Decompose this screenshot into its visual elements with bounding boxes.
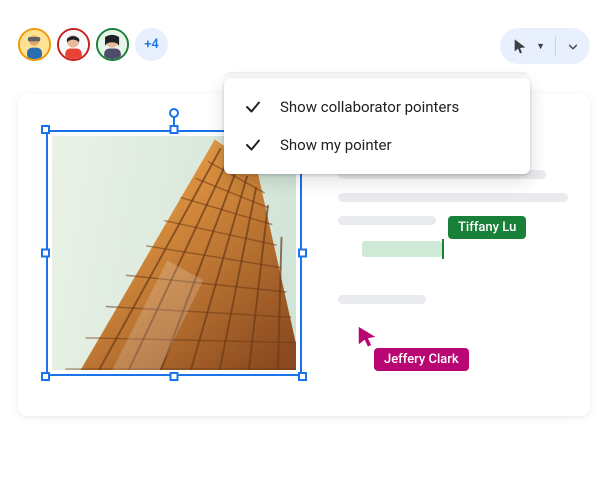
menu-item-show-my-pointer[interactable]: Show my pointer bbox=[224, 126, 530, 164]
avatar[interactable] bbox=[18, 28, 51, 61]
divider bbox=[555, 36, 556, 56]
avatar[interactable] bbox=[96, 28, 129, 61]
text-placeholder-line bbox=[338, 216, 436, 225]
selection-highlight bbox=[362, 241, 442, 257]
avatar[interactable] bbox=[57, 28, 90, 61]
collaborator-selection-tiffany bbox=[362, 239, 444, 259]
collaborator-tag-tiffany: Tiffany Lu bbox=[448, 216, 526, 239]
resize-handle-tl[interactable] bbox=[41, 125, 50, 134]
menu-item-show-collaborator-pointers[interactable]: Show collaborator pointers bbox=[224, 88, 530, 126]
rotation-handle[interactable] bbox=[169, 108, 179, 118]
resize-handle-ml[interactable] bbox=[41, 249, 50, 258]
collaborator-tag-jeffery: Jeffery Clark bbox=[374, 348, 469, 371]
collaborator-pointer-jeffery bbox=[356, 325, 378, 351]
resize-handle-br[interactable] bbox=[298, 372, 307, 381]
check-icon bbox=[244, 136, 262, 154]
check-icon bbox=[244, 98, 262, 116]
resize-handle-bm[interactable] bbox=[170, 372, 179, 381]
collaborator-avatars: +4 bbox=[18, 28, 168, 61]
chevron-down-icon[interactable] bbox=[566, 39, 580, 53]
text-placeholder-line bbox=[338, 193, 568, 202]
menu-item-label: Show collaborator pointers bbox=[280, 98, 459, 116]
resize-handle-mr[interactable] bbox=[298, 249, 307, 258]
resize-handle-bl[interactable] bbox=[41, 372, 50, 381]
pointer-tool-button[interactable]: ▼ bbox=[500, 28, 590, 64]
cursor-icon bbox=[512, 38, 528, 54]
text-caret bbox=[442, 239, 444, 259]
text-placeholder-line bbox=[338, 295, 426, 304]
pointer-options-menu: Show collaborator pointers Show my point… bbox=[224, 78, 530, 174]
dropdown-caret-icon: ▼ bbox=[536, 41, 545, 52]
avatar-overflow-count[interactable]: +4 bbox=[135, 28, 168, 61]
menu-item-label: Show my pointer bbox=[280, 136, 392, 154]
resize-handle-tm[interactable] bbox=[170, 125, 179, 134]
